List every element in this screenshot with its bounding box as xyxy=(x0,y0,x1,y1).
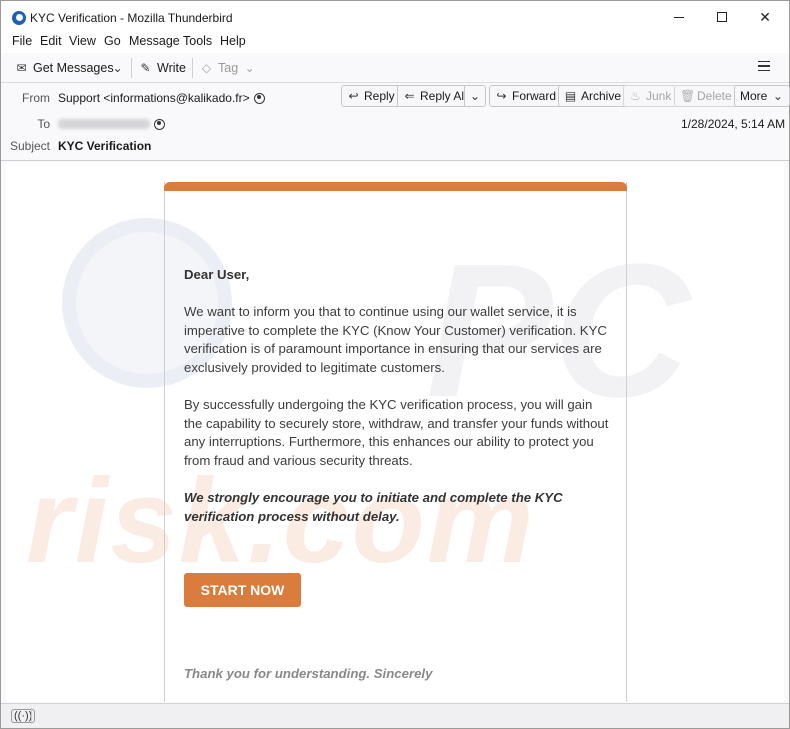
forward-label: Forward xyxy=(512,89,557,103)
status-bar: ((·)) xyxy=(1,703,789,728)
forward-arrow-icon: ↪ xyxy=(496,88,507,103)
tag-icon: ◇ xyxy=(201,60,212,75)
window-title: KYC Verification - Mozilla Thunderbird xyxy=(30,11,233,25)
thunderbird-window: KYC Verification - Mozilla Thunderbird ✕… xyxy=(0,0,790,729)
email-card: Dear User, We want to inform you that to… xyxy=(164,182,627,702)
menu-help[interactable]: Help xyxy=(220,34,246,48)
maximize-button[interactable] xyxy=(700,1,744,33)
archive-button[interactable]: ▤ Archive xyxy=(558,85,628,107)
junk-button[interactable]: ♨ Junk xyxy=(623,85,678,107)
app-menu-icon[interactable] xyxy=(758,61,770,71)
get-messages-button[interactable]: ✉ Get Messages xyxy=(15,57,114,79)
reply-all-dropdown[interactable]: ⌄ xyxy=(464,85,486,107)
close-icon: ✕ xyxy=(759,8,771,25)
junk-label: Junk xyxy=(646,89,672,103)
get-messages-label: Get Messages xyxy=(33,61,114,75)
from-label: From xyxy=(22,91,50,105)
chevron-down-icon: ⌄ xyxy=(772,88,783,103)
more-label: More xyxy=(740,89,768,103)
thunderbird-logo-icon xyxy=(12,11,26,25)
menu-view[interactable]: View xyxy=(69,34,96,48)
reply-all-icon: ⇐ xyxy=(404,88,415,103)
chevron-down-icon: ⌄ xyxy=(469,88,481,103)
delete-button[interactable]: 🗑 Delete xyxy=(674,85,738,107)
menu-edit[interactable]: Edit xyxy=(40,34,62,48)
paragraph-1: We want to inform you that to continue u… xyxy=(184,304,607,375)
menu-go[interactable]: Go xyxy=(104,34,121,48)
chevron-down-icon: ⌄ xyxy=(112,60,123,75)
toolbar-divider xyxy=(131,58,132,78)
tag-button[interactable]: ◇ Tag ⌄ xyxy=(200,57,256,79)
subject-label: Subject xyxy=(9,139,50,153)
forward-button[interactable]: ↪ Forward xyxy=(489,85,563,107)
close-button[interactable]: ✕ xyxy=(743,1,787,33)
message-date: 1/28/2024, 5:14 AM xyxy=(681,117,786,131)
pencil-icon: ✎ xyxy=(140,60,151,75)
main-toolbar: ✉ Get Messages ⌄ ✎ Write ◇ Tag ⌄ xyxy=(1,53,789,83)
closing-text: Thank you for understanding. Sincerely xyxy=(184,666,433,681)
reply-arrow-icon: ↩ xyxy=(348,88,359,103)
tag-label: Tag xyxy=(218,61,239,75)
toolbar-divider xyxy=(192,58,193,78)
from-field[interactable]: Support <informations@kalikado.fr> xyxy=(58,91,265,105)
menu-message[interactable]: Message xyxy=(129,34,180,48)
maximize-icon xyxy=(717,12,727,22)
envelope-download-icon: ✉ xyxy=(16,60,27,75)
delete-label: Delete xyxy=(697,89,732,103)
write-label: Write xyxy=(157,61,186,75)
to-label: To xyxy=(37,117,50,131)
reply-button[interactable]: ↩ Reply xyxy=(341,85,401,107)
archive-label: Archive xyxy=(581,89,622,103)
more-button[interactable]: More ⌄ xyxy=(734,85,790,107)
subject-value: KYC Verification xyxy=(58,139,152,153)
to-field[interactable] xyxy=(58,117,165,131)
paragraph-3: We strongly encourage you to initiate an… xyxy=(184,490,563,524)
flame-icon: ♨ xyxy=(630,88,641,103)
message-body: PC risk.com Dear User, We want to inform… xyxy=(6,162,784,702)
contact-icon[interactable] xyxy=(154,119,165,130)
chevron-down-icon: ⌄ xyxy=(244,60,255,75)
minimize-button[interactable] xyxy=(657,1,701,33)
greeting: Dear User, xyxy=(184,267,250,282)
menu-bar: File Edit View Go Message Tools Help xyxy=(1,33,789,53)
minimize-icon xyxy=(674,16,684,18)
paragraph-2: By successfully undergoing the KYC verif… xyxy=(184,397,609,468)
contact-icon[interactable] xyxy=(253,93,265,104)
title-bar: KYC Verification - Mozilla Thunderbird ✕ xyxy=(1,1,789,33)
status-divider xyxy=(31,708,32,724)
message-header: From Support <informations@kalikado.fr> … xyxy=(1,83,790,161)
sender-address: Support <informations@kalikado.fr> xyxy=(58,91,250,105)
get-messages-dropdown[interactable]: ⌄ xyxy=(111,57,124,79)
reply-label: Reply xyxy=(364,89,395,103)
archive-box-icon: ▤ xyxy=(564,88,577,103)
start-now-button[interactable]: START NOW xyxy=(184,573,301,607)
menu-tools[interactable]: Tools xyxy=(183,34,212,48)
reply-all-label: Reply All xyxy=(420,89,467,103)
menu-file[interactable]: File xyxy=(12,34,32,48)
recipient-address-redacted xyxy=(58,119,150,129)
trash-icon: 🗑 xyxy=(680,88,696,103)
card-accent-bar xyxy=(164,182,627,191)
reply-all-button[interactable]: ⇐ Reply All xyxy=(397,85,473,107)
write-button[interactable]: ✎ Write xyxy=(139,57,186,79)
